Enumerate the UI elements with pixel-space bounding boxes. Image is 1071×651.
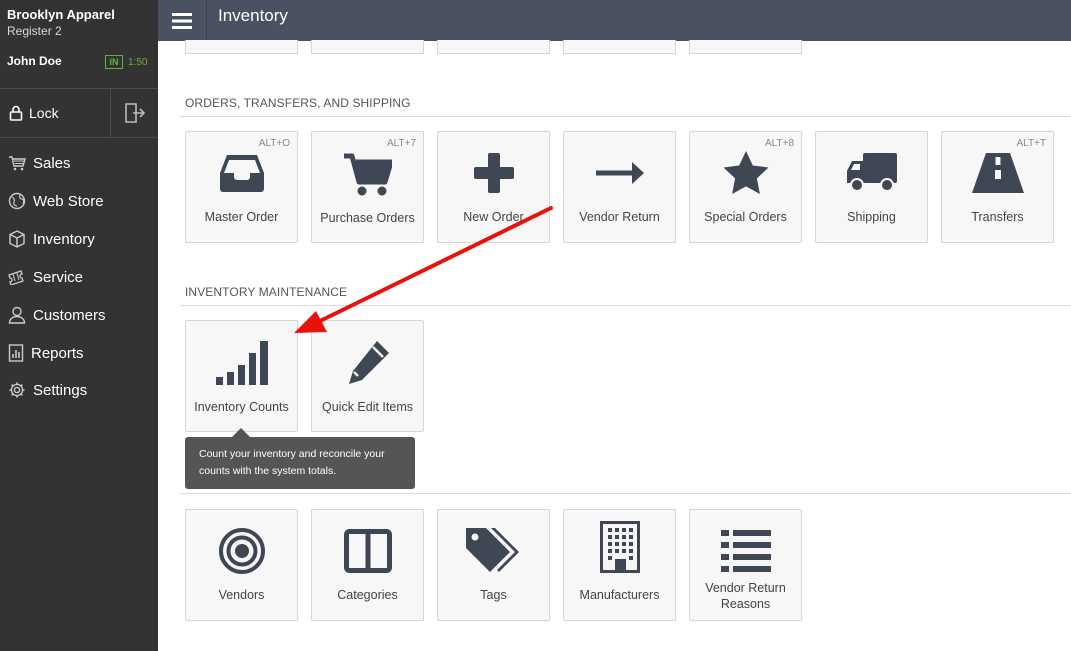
tile-manufacturers[interactable]: Manufacturers — [563, 509, 676, 621]
tile-quick-edit-items[interactable]: Quick Edit Items — [311, 320, 424, 432]
globe-icon — [8, 192, 26, 210]
nav-item-customers[interactable]: Customers — [0, 298, 158, 332]
nav-item-sales[interactable]: Sales — [0, 146, 158, 180]
menu-button[interactable] — [158, 0, 206, 41]
tile-label: Special Orders — [704, 210, 787, 224]
nav-item-reports[interactable]: Reports — [0, 336, 158, 370]
building-icon — [599, 521, 640, 573]
tile-label: Inventory Counts — [194, 400, 289, 414]
shortcut-hint: ALT+O — [258, 138, 290, 149]
cart-icon — [343, 153, 392, 196]
clock-time: 1:50 — [128, 57, 148, 68]
clock-status-badge[interactable]: IN — [105, 55, 123, 69]
box-icon — [9, 230, 25, 248]
signal-bars-icon — [215, 341, 268, 385]
nav-label: Customers — [33, 306, 106, 324]
tags-icon — [465, 528, 519, 572]
nav-label: Sales — [33, 154, 71, 172]
tile-label: Shipping — [847, 210, 896, 224]
tooltip: Count your inventory and reconcile your … — [185, 437, 415, 489]
tile-shipping[interactable]: Shipping — [815, 131, 928, 243]
nav-label: Web Store — [33, 192, 104, 210]
tile-label: Tags — [480, 588, 507, 602]
truck-icon — [846, 153, 897, 192]
tile-master-order[interactable]: ALT+O Master Order — [185, 131, 298, 243]
partial-tile[interactable] — [311, 40, 424, 54]
nav-label: Service — [33, 268, 84, 286]
gear-icon — [9, 382, 25, 398]
target-icon — [218, 528, 265, 574]
inbox-icon — [219, 155, 264, 192]
tile-categories[interactable]: Categories — [311, 509, 424, 621]
section-divider — [180, 116, 1071, 117]
partial-tile[interactable] — [563, 40, 676, 54]
sidebar: Brooklyn Apparel Register 2 John Doe IN … — [0, 0, 158, 651]
tile-vendor-return[interactable]: Vendor Return — [563, 131, 676, 243]
tile-label: Vendors — [218, 588, 265, 602]
lock-button[interactable]: Lock — [0, 89, 110, 137]
register-name: Register 2 — [7, 24, 62, 38]
tile-label: Transfers — [971, 210, 1024, 224]
tooltip-arrow — [232, 428, 250, 437]
topbar: Inventory — [158, 0, 1071, 41]
tile-special-orders[interactable]: ALT+8 Special Orders — [689, 131, 802, 243]
tile-label: Purchase Orders — [320, 211, 415, 225]
shortcut-hint: ALT+7 — [387, 138, 416, 149]
logout-icon — [124, 103, 145, 123]
nav-label: Settings — [33, 381, 88, 399]
road-icon — [971, 153, 1024, 193]
nav-item-settings[interactable]: Settings — [0, 373, 158, 407]
nav-label: Reports — [31, 344, 84, 362]
partial-tile[interactable] — [185, 40, 298, 54]
nav-item-service[interactable]: Service — [0, 260, 158, 294]
section-divider — [180, 305, 1071, 306]
tile-label: Master Order — [204, 210, 279, 224]
tile-label: New Order — [463, 210, 524, 224]
lock-icon — [9, 105, 23, 121]
person-icon — [8, 306, 26, 324]
employee-name[interactable]: John Doe — [7, 54, 62, 68]
partial-tile[interactable] — [437, 40, 550, 54]
tile-label: Vendor Return Reasons — [705, 581, 786, 611]
star-icon — [723, 151, 768, 194]
tile-label: Quick Edit Items — [322, 400, 413, 414]
section-title-maintenance: INVENTORY MAINTENANCE — [185, 285, 348, 299]
tile-inventory-counts[interactable]: Inventory Counts — [185, 320, 298, 432]
store-name: Brooklyn Apparel — [7, 7, 115, 22]
tile-label: Categories — [337, 588, 398, 602]
tile-purchase-orders[interactable]: ALT+7 Purchase Orders — [311, 131, 424, 243]
hamburger-icon — [172, 12, 192, 29]
shortcut-hint: ALT+8 — [765, 138, 794, 149]
tile-vendor-return-reasons[interactable]: Vendor Return Reasons — [689, 509, 802, 621]
page-title: Inventory — [218, 6, 288, 25]
nav-item-inventory[interactable]: Inventory — [0, 222, 158, 256]
report-icon — [8, 344, 24, 362]
logout-button[interactable] — [111, 89, 158, 137]
tile-label: Manufacturers — [579, 588, 660, 602]
columns-icon — [343, 529, 392, 573]
sidebar-divider — [0, 137, 158, 138]
section-divider — [180, 493, 1071, 494]
partial-tile[interactable] — [689, 40, 802, 54]
topbar-divider — [206, 0, 207, 41]
nav-label: Inventory — [33, 230, 95, 248]
list-icon — [720, 530, 771, 572]
tile-new-order[interactable]: New Order — [437, 131, 550, 243]
lock-label: Lock — [29, 105, 59, 121]
nav-item-web-store[interactable]: Web Store — [0, 184, 158, 218]
shortcut-hint: ALT+T — [1016, 138, 1046, 149]
plus-icon — [473, 153, 514, 193]
section-title-orders: ORDERS, TRANSFERS, AND SHIPPING — [185, 96, 411, 110]
ticket-icon — [8, 270, 24, 285]
pencil-icon — [348, 341, 389, 384]
tile-tags[interactable]: Tags — [437, 509, 550, 621]
cart-icon — [9, 156, 26, 171]
arrow-right-icon — [595, 162, 644, 184]
tile-label: Vendor Return — [579, 210, 660, 224]
tile-vendors[interactable]: Vendors — [185, 509, 298, 621]
tile-transfers[interactable]: ALT+T Transfers — [941, 131, 1054, 243]
